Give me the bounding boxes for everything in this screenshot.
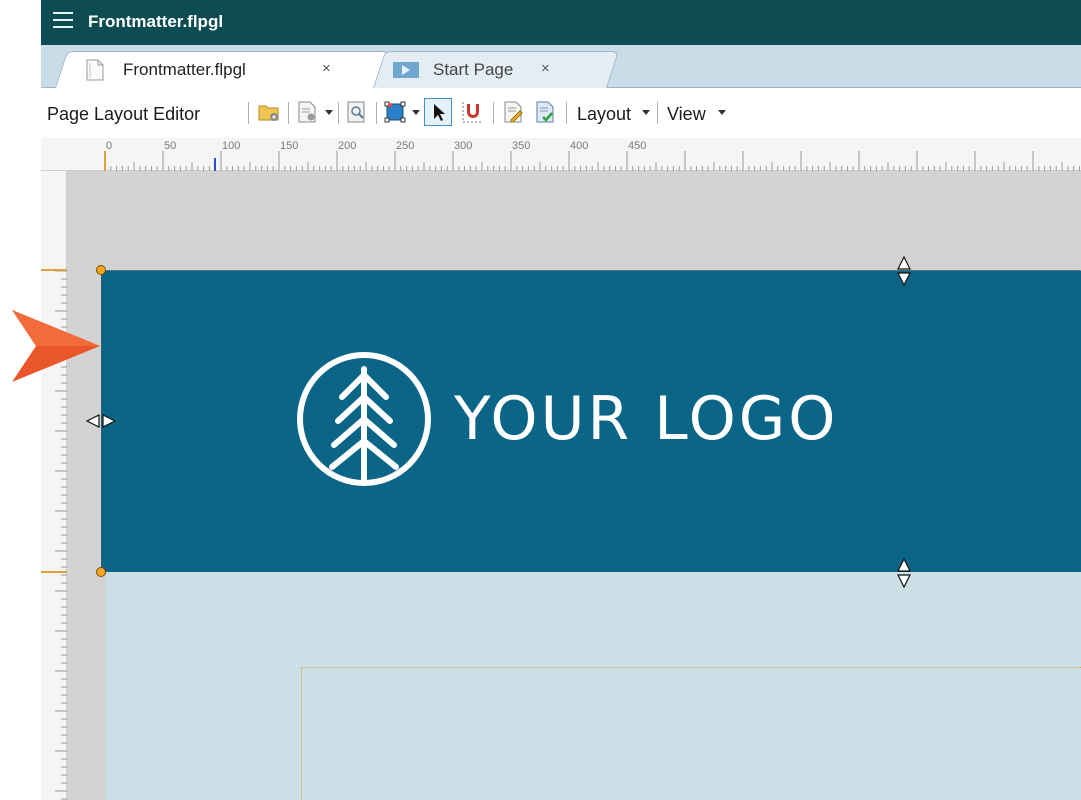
ruler-label: 350	[512, 140, 531, 152]
resize-handle-bottom-icon[interactable]	[896, 558, 912, 588]
dropdown-arrow-icon[interactable]	[642, 110, 650, 115]
content-frame[interactable]	[301, 667, 1081, 800]
ruler-label: 200	[338, 140, 357, 152]
tab-close-icon[interactable]: ×	[541, 60, 550, 77]
layout-menu[interactable]: Layout	[577, 104, 631, 125]
ruler-label: 100	[222, 140, 241, 152]
vertical-ruler	[41, 171, 67, 800]
left-margin	[0, 0, 41, 800]
dropdown-arrow-icon[interactable]	[412, 110, 420, 115]
window-title: Frontmatter.flpgl	[88, 12, 224, 31]
tree-logo-icon	[297, 352, 431, 486]
tab-label: Start Page	[433, 60, 514, 79]
toolbar: Page Layout Editor Layout View	[41, 88, 1081, 138]
selection-handle-top-left[interactable]	[96, 265, 106, 275]
toolbar-separator	[566, 102, 567, 124]
ruler-label: 250	[396, 140, 415, 152]
ruler-label: 50	[164, 140, 177, 152]
toolbar-separator	[493, 102, 494, 124]
snap-magnet-icon[interactable]	[461, 100, 485, 124]
tab-frontmatter[interactable]: Frontmatter.flpgl ×	[55, 51, 390, 88]
tab-close-icon[interactable]: ×	[322, 60, 331, 77]
page-layout-file-icon	[86, 59, 104, 81]
dropdown-arrow-icon[interactable]	[718, 110, 726, 115]
pointer-tool-button[interactable]	[424, 98, 452, 126]
ruler-label: 450	[628, 140, 647, 152]
header-banner-frame[interactable]: YOUR LOGO	[101, 270, 1081, 572]
logo-text: YOUR LOGO	[454, 384, 839, 454]
toolbar-separator	[248, 102, 249, 124]
frame-tool-icon[interactable]	[383, 100, 407, 124]
resize-handle-left-icon[interactable]	[85, 413, 117, 429]
horizontal-ruler: 0 50 100 150 200 250 300 350 400 450	[41, 138, 1081, 171]
ruler-label: 150	[280, 140, 299, 152]
pointer-icon	[434, 104, 445, 121]
ruler-label: 400	[570, 140, 589, 152]
toolbar-separator	[288, 102, 289, 124]
resize-handle-top-icon[interactable]	[896, 256, 912, 286]
check-page-icon[interactable]	[533, 100, 557, 124]
ruler-label: 0	[106, 140, 113, 152]
open-folder-icon[interactable]	[257, 100, 281, 124]
zoom-icon[interactable]	[345, 100, 369, 124]
tab-strip: Frontmatter.flpgl × Start Page ×	[41, 45, 1081, 88]
dropdown-arrow-icon[interactable]	[325, 110, 333, 115]
toolbar-separator	[376, 102, 377, 124]
page-properties-icon[interactable]	[295, 100, 319, 124]
ruler-label: 300	[454, 140, 473, 152]
tab-start-page[interactable]: Start Page ×	[373, 51, 620, 88]
selection-handle-bottom-left[interactable]	[96, 567, 106, 577]
start-page-icon	[393, 62, 419, 78]
editor-label: Page Layout Editor	[47, 104, 201, 124]
tab-label: Frontmatter.flpgl	[123, 60, 246, 79]
title-bar: Frontmatter.flpgl	[41, 0, 1081, 45]
hamburger-menu-icon[interactable]	[53, 12, 73, 28]
view-menu[interactable]: View	[667, 104, 706, 125]
toolbar-separator	[338, 102, 339, 124]
callout-arrow-icon	[12, 310, 100, 382]
toolbar-separator	[657, 102, 658, 124]
page-body-area[interactable]	[106, 571, 1081, 800]
edit-page-icon[interactable]	[501, 100, 525, 124]
